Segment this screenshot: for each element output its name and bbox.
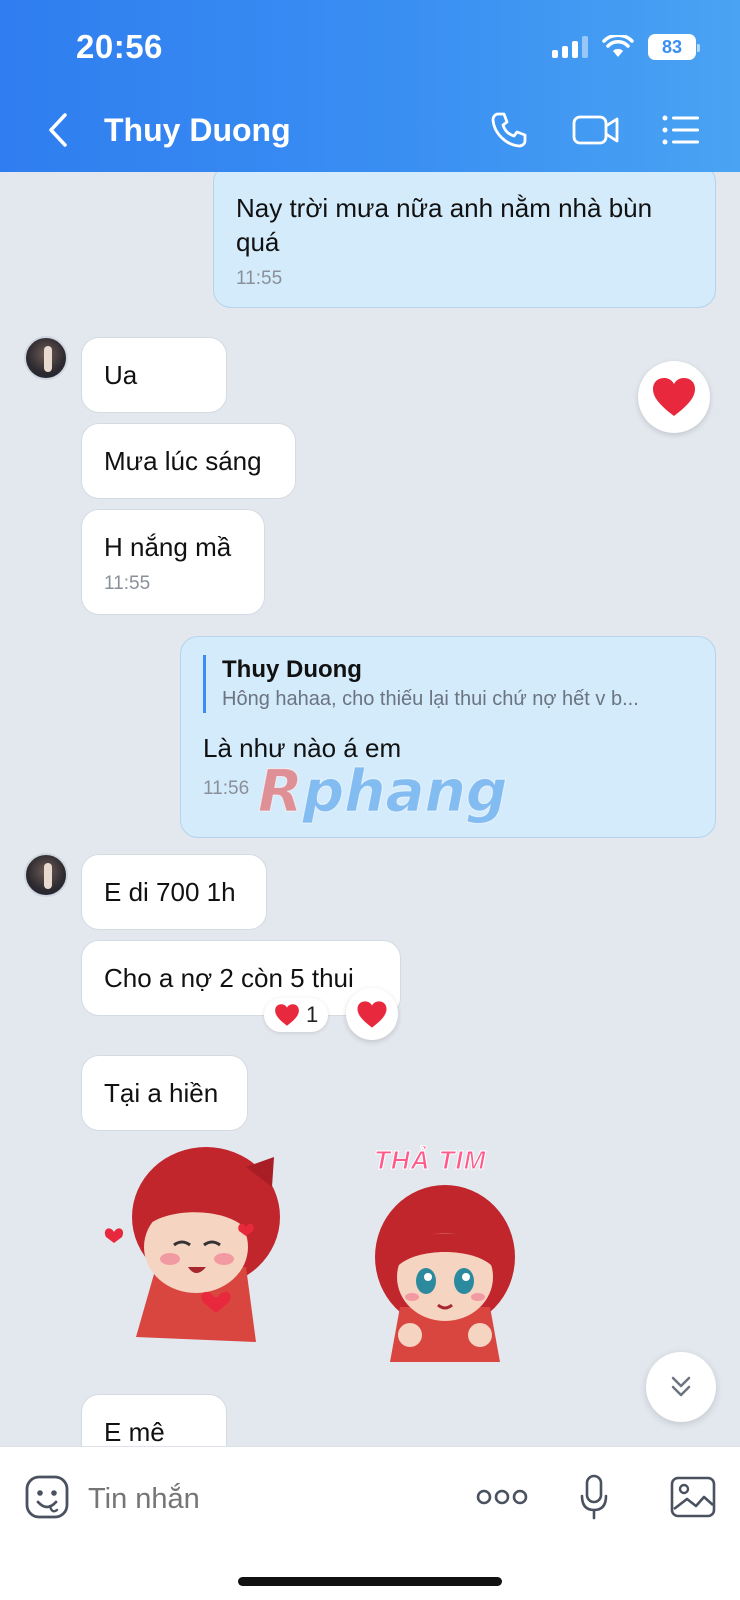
quoted-message[interactable]: Thuy Duong Hông hahaa, cho thiếu lại thu… <box>203 655 691 713</box>
message-text: Ua <box>104 360 138 390</box>
status-time: 20:56 <box>76 28 163 65</box>
message-bubble-incoming[interactable]: Tại a hiền <box>81 1055 248 1131</box>
mic-icon <box>580 1474 608 1520</box>
heart-sticker[interactable]: THẢ TIM <box>370 1137 520 1367</box>
status-icons: 83 <box>552 34 700 60</box>
heart-sticker-character-icon <box>375 1185 515 1362</box>
reaction-button[interactable] <box>346 988 398 1040</box>
more-options-button[interactable] <box>474 1469 530 1525</box>
emoji-icon <box>25 1475 69 1519</box>
message-text: H nắng mầ <box>104 532 232 562</box>
image-icon <box>670 1476 716 1518</box>
message-composer <box>0 1446 740 1600</box>
contact-name[interactable]: Thuy Duong <box>104 112 291 149</box>
heart-icon <box>357 1000 387 1028</box>
call-button[interactable] <box>486 106 532 154</box>
double-chevron-down-icon <box>671 1376 691 1397</box>
message-bubble-incoming[interactable]: E mê <box>81 1394 227 1446</box>
message-text: Nay trời mưa nữa anh nằm nhà bùn quá <box>236 193 653 257</box>
video-call-button[interactable] <box>570 106 622 154</box>
wifi-icon <box>602 35 634 57</box>
chat-header: 20:56 83 Thuy Duong <box>0 0 740 172</box>
message-text: Mưa lúc sáng <box>104 446 262 476</box>
back-button[interactable] <box>38 108 78 152</box>
watermark-initial: R <box>258 757 304 826</box>
video-icon <box>572 115 619 145</box>
quoted-sender: Thuy Duong <box>222 656 362 683</box>
sticker-label: THẢ TIM <box>373 1145 487 1176</box>
message-text: E di 700 1h <box>104 877 236 907</box>
battery-level: 83 <box>661 36 683 57</box>
message-bubble-incoming[interactable]: Mưa lúc sáng <box>81 423 296 499</box>
message-input[interactable] <box>88 1477 448 1521</box>
avatar[interactable] <box>24 336 68 380</box>
home-indicator <box>238 1577 502 1586</box>
watermark-text: phang <box>302 757 508 826</box>
love-sticker-icon[interactable] <box>96 1147 296 1357</box>
heart-icon <box>653 378 695 416</box>
reaction-button[interactable] <box>638 361 710 433</box>
message-bubble-incoming[interactable]: Ua <box>81 337 227 413</box>
message-list[interactable]: Nay trời mưa nữa anh nằm nhà bùn quá 11:… <box>0 172 740 1446</box>
watermark: Rphang <box>258 757 508 826</box>
message-text: Tại a hiền <box>104 1078 219 1108</box>
reaction-count[interactable]: 1 <box>264 998 329 1032</box>
signal-icon <box>552 36 588 58</box>
reaction-count-value: 1 <box>306 1002 319 1027</box>
list-icon <box>662 115 699 145</box>
message-text: Cho a nợ 2 còn 5 thui <box>104 963 354 993</box>
message-bubble-outgoing[interactable]: Nay trời mưa nữa anh nằm nhà bùn quá 11:… <box>213 172 716 308</box>
quoted-text: Hông hahaa, cho thiếu lại thui chứ nợ hế… <box>222 688 639 710</box>
more-dots-icon <box>476 1489 528 1505</box>
message-time: 11:55 <box>104 573 151 594</box>
scroll-to-bottom-button[interactable] <box>646 1352 716 1422</box>
chevron-left-icon <box>49 113 67 147</box>
heart-icon <box>275 1004 299 1026</box>
battery-indicator: 83 <box>648 34 700 60</box>
message-bubble-incoming[interactable]: H nắng mầ 11:55 <box>81 509 265 615</box>
voice-message-button[interactable] <box>576 1469 612 1525</box>
image-picker-button[interactable] <box>668 1469 718 1525</box>
message-text: E mê <box>104 1417 165 1446</box>
message-bubble-incoming[interactable]: E di 700 1h <box>81 854 267 930</box>
message-time: 11:55 <box>236 268 283 289</box>
phone-icon <box>491 112 527 148</box>
avatar[interactable] <box>24 853 68 897</box>
emoji-button[interactable] <box>22 1469 72 1525</box>
chat-options-button[interactable] <box>660 106 702 154</box>
